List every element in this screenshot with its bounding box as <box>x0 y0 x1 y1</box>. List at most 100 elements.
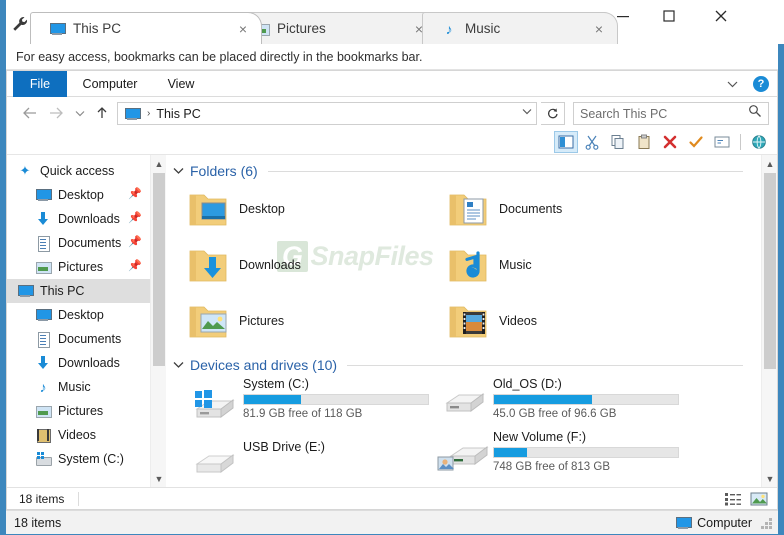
preview-pane-icon[interactable] <box>554 130 578 153</box>
download-icon <box>35 355 51 371</box>
scroll-up-icon[interactable]: ▲ <box>151 155 167 172</box>
nav-item-label: Pictures <box>58 260 104 274</box>
content-pane: G SnapFiles Folders (6) Desktop Download… <box>167 155 761 487</box>
navigation-pane: ✦ Quick access Desktop 📌 Downloads 📌 Doc… <box>7 155 150 487</box>
drive-usage-bar <box>493 447 679 458</box>
scroll-thumb[interactable] <box>153 173 165 366</box>
drive-name: Old_OS (D:) <box>493 377 562 391</box>
pin-icon[interactable]: 📌 <box>128 259 142 273</box>
cut-icon[interactable] <box>580 131 604 153</box>
nav-item-pc-videos[interactable]: Videos <box>7 423 150 447</box>
refresh-button[interactable] <box>541 102 565 125</box>
nav-item-this-pc[interactable]: This PC <box>7 279 150 303</box>
folder-music-icon <box>449 250 487 282</box>
chevron-down-icon[interactable] <box>173 359 184 371</box>
rename-icon[interactable] <box>710 131 734 153</box>
help-icon[interactable]: ? <box>753 76 769 92</box>
tab-label: This PC <box>73 21 122 36</box>
copy-icon[interactable] <box>606 131 630 153</box>
group-header-drives[interactable]: Devices and drives (10) <box>173 355 743 375</box>
group-header-folders[interactable]: Folders (6) <box>173 161 743 181</box>
video-icon <box>35 427 51 443</box>
nav-item-pc-documents[interactable]: Documents <box>7 327 150 351</box>
music-note-icon: ♪ <box>39 379 47 395</box>
check-icon[interactable] <box>684 131 708 153</box>
pin-icon[interactable]: 📌 <box>128 235 142 249</box>
delete-icon[interactable] <box>658 131 682 153</box>
folder-downloads-icon <box>189 250 227 282</box>
monitor-icon <box>35 307 52 323</box>
up-button[interactable] <box>91 102 113 124</box>
pin-icon[interactable]: 📌 <box>128 211 142 225</box>
drive-windows-icon <box>195 390 235 418</box>
folder-tile-downloads[interactable]: Downloads <box>187 245 301 285</box>
paste-icon[interactable] <box>632 131 656 153</box>
back-button[interactable] <box>19 102 41 124</box>
chevron-down-icon[interactable] <box>522 107 532 118</box>
ribbon-tab-computer[interactable]: Computer <box>67 71 153 97</box>
nav-item-pc-desktop[interactable]: Desktop <box>7 303 150 327</box>
group-title: Devices and drives (10) <box>190 357 338 373</box>
tab-label: Pictures <box>277 21 326 36</box>
content-pane-scrollbar[interactable]: ▲ ▼ <box>761 155 777 487</box>
explorer-panes: ✦ Quick access Desktop 📌 Downloads 📌 Doc… <box>7 155 777 487</box>
forward-button[interactable] <box>45 102 67 124</box>
monitor-icon <box>49 21 66 37</box>
group-divider <box>347 364 743 366</box>
recent-locations-button[interactable] <box>69 102 91 124</box>
scroll-down-icon[interactable]: ▼ <box>151 470 167 487</box>
nav-item-label: Downloads <box>58 356 120 370</box>
close-button[interactable] <box>698 0 744 32</box>
folder-tile-pictures[interactable]: Pictures <box>187 301 284 341</box>
nav-item-label: Quick access <box>40 164 115 178</box>
tab-music[interactable]: ♪ Music × <box>422 12 618 44</box>
scroll-down-icon[interactable]: ▼ <box>762 470 777 487</box>
chevron-down-icon[interactable] <box>173 165 184 177</box>
folder-videos-icon <box>449 306 487 338</box>
folder-tile-documents[interactable]: Documents <box>447 189 562 229</box>
tab-label: Music <box>465 21 501 36</box>
details-view-icon[interactable] <box>723 490 743 508</box>
scroll-up-icon[interactable]: ▲ <box>762 155 777 172</box>
nav-item-pc-pictures[interactable]: Pictures <box>7 399 150 423</box>
folder-tile-music[interactable]: Music <box>447 245 532 285</box>
wrench-icon[interactable] <box>10 14 30 34</box>
folder-tile-desktop[interactable]: Desktop <box>187 189 285 229</box>
globe-icon[interactable] <box>747 131 771 153</box>
nav-item-label: System (C:) <box>58 452 124 466</box>
nav-item-pictures[interactable]: Pictures 📌 <box>7 255 150 279</box>
search-input[interactable]: Search This PC <box>573 102 769 125</box>
navigation-pane-scrollbar[interactable]: ▲ ▼ <box>150 155 166 487</box>
maximize-button[interactable] <box>646 0 692 32</box>
pin-icon[interactable]: 📌 <box>128 187 142 201</box>
search-icon[interactable] <box>748 104 762 123</box>
tab-close-icon[interactable]: × <box>591 21 607 37</box>
nav-item-downloads[interactable]: Downloads 📌 <box>7 207 150 231</box>
nav-item-label: Pictures <box>58 404 104 418</box>
nav-item-documents[interactable]: Documents 📌 <box>7 231 150 255</box>
tab-close-icon[interactable]: × <box>235 21 251 37</box>
nav-item-quick-access[interactable]: ✦ Quick access <box>7 159 150 183</box>
thumbnail-view-icon[interactable] <box>749 490 769 508</box>
tab-pictures[interactable]: Pictures × <box>234 12 438 44</box>
ribbon-tab-view[interactable]: View <box>153 71 209 97</box>
search-placeholder: Search This PC <box>580 106 668 121</box>
nav-item-pc-downloads[interactable]: Downloads <box>7 351 150 375</box>
drive-usage-fill <box>244 395 302 404</box>
chevron-down-icon[interactable] <box>721 71 743 97</box>
folder-tile-videos[interactable]: Videos <box>447 301 537 341</box>
group-title: Folders (6) <box>190 163 258 179</box>
address-bar[interactable]: › This PC <box>117 102 537 125</box>
nav-item-pc-music[interactable]: ♪ Music <box>7 375 150 399</box>
nav-item-desktop[interactable]: Desktop 📌 <box>7 183 150 207</box>
nav-item-system-c[interactable]: System (C:) <box>7 447 150 471</box>
tab-this-pc[interactable]: This PC × <box>30 12 262 44</box>
resize-grip[interactable] <box>761 518 773 530</box>
ribbon-tab-file[interactable]: File <box>13 71 67 97</box>
toolbar-separator <box>740 133 741 150</box>
nav-item-label: This PC <box>40 284 85 298</box>
picture-icon <box>35 259 52 275</box>
download-icon <box>35 211 51 227</box>
folder-label: Downloads <box>239 258 301 272</box>
scroll-thumb[interactable] <box>764 173 776 369</box>
